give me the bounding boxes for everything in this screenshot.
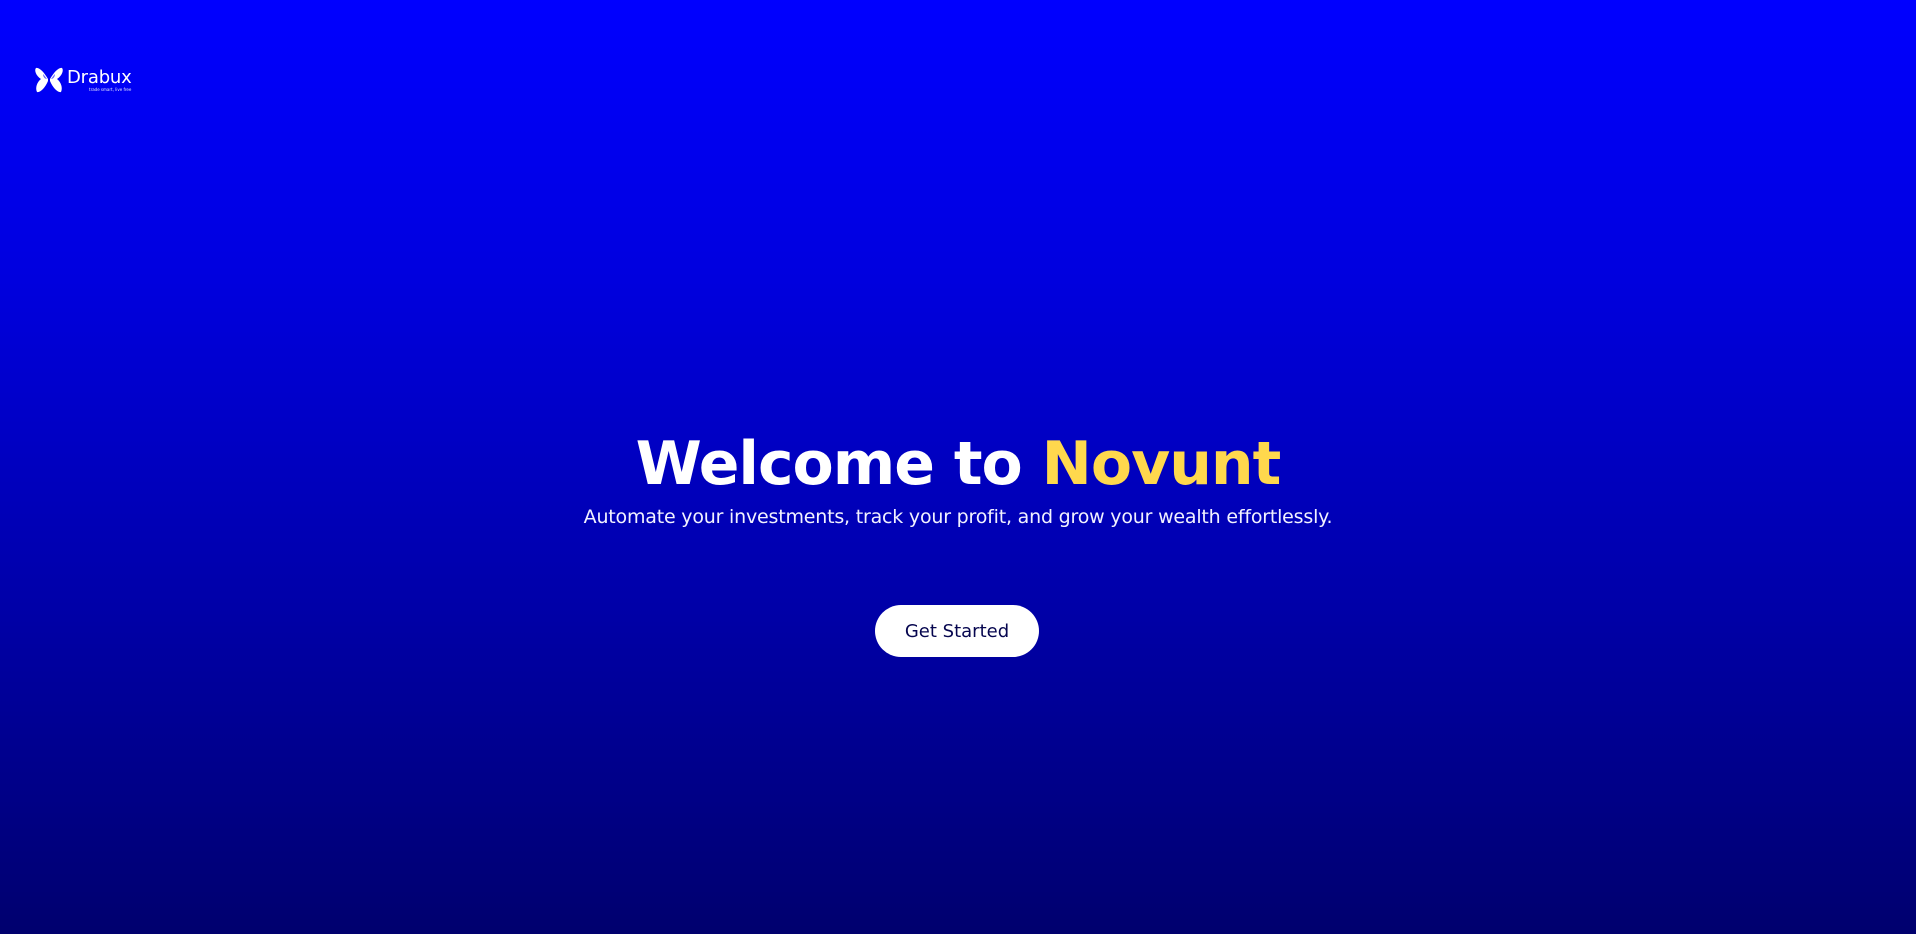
hero-section: Welcome to Novunt Automate your investme… [0,426,1916,528]
get-started-button[interactable]: Get Started [875,605,1039,657]
hero-subtitle: Automate your investments, track your pr… [583,506,1333,528]
brand-tagline: trade smart, live free [89,86,132,92]
brand-logo[interactable]: Drabux trade smart, live free [34,64,132,96]
headline-prefix: Welcome to [635,429,1042,499]
brand-name: Drabux [67,66,132,88]
butterfly-logo-icon [35,67,63,93]
headline-highlight: Novunt [1041,429,1282,499]
hero-headline: Welcome to Novunt [0,426,1916,502]
